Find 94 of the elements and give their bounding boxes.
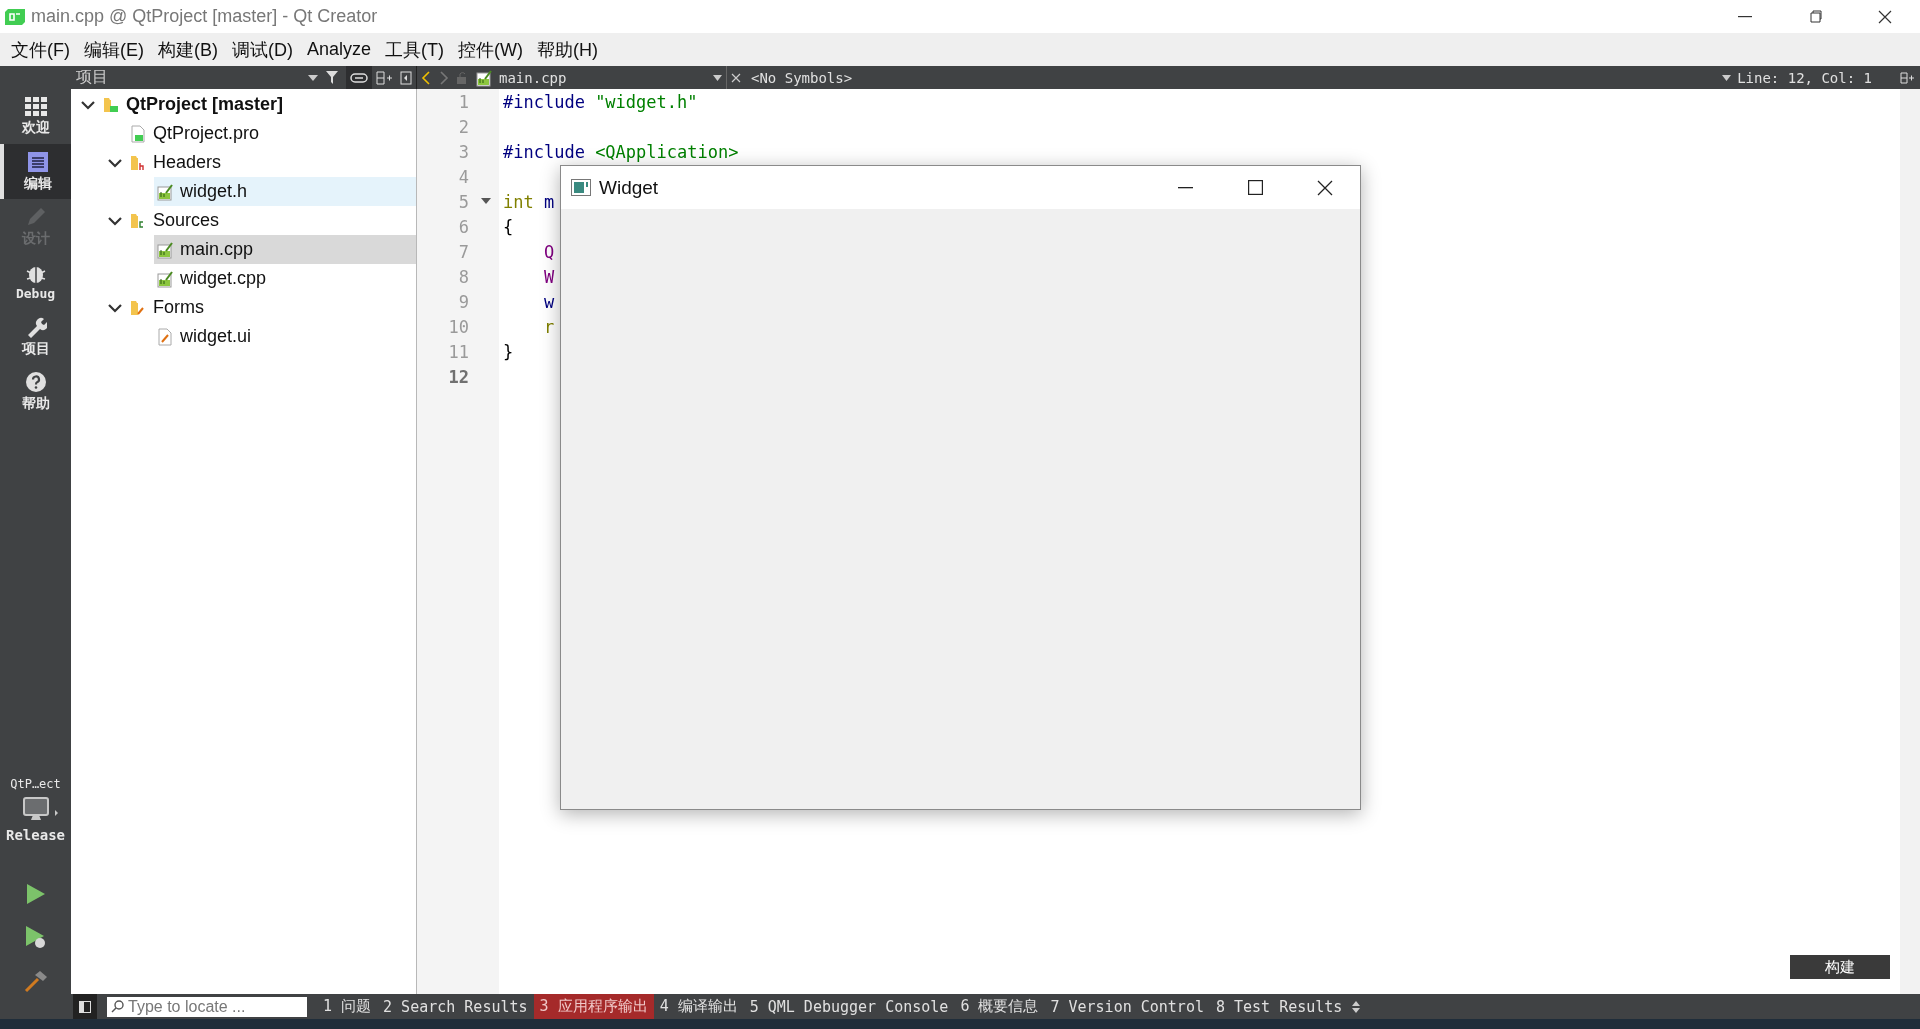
source-file-icon [475,68,493,87]
form-file-icon [156,327,174,346]
window-title: main.cpp @ QtProject [master] - Qt Creator [31,6,379,27]
output-tab[interactable]: 5 QML Debugger Console [743,994,955,1019]
output-tab[interactable]: 1 问题 [317,994,378,1019]
project-name: QtP…ect [10,777,61,791]
code-token: } [503,341,514,362]
code-token: m [542,191,555,212]
tree-item[interactable]: widget.cpp [154,264,416,293]
restore-icon[interactable] [1808,9,1822,24]
project-file-icon [129,124,147,143]
code-token: "widget.h" [595,91,698,112]
caret-icon[interactable] [1722,74,1732,81]
code-token: r [542,316,555,337]
output-tab[interactable]: 6 概要信息 [954,994,1045,1019]
tree-item[interactable]: widget.ui [154,322,416,351]
tree-item[interactable]: main.cpp [154,235,416,264]
line-number: 6 [458,216,469,237]
menu-item[interactable]: Analyze [300,39,379,60]
output-tab[interactable]: 8 Test Results [1209,994,1349,1019]
menu-item[interactable]: 文件(F) [4,37,77,62]
mode-button[interactable]: Debug [0,254,71,309]
mode-button[interactable]: 欢迎 [0,89,71,144]
menu-item[interactable]: 编辑(E) [77,37,151,62]
output-tab[interactable]: 3 应用程序输出 [533,994,654,1019]
tree-item[interactable]: QtProject.pro [127,119,416,148]
form-folder-icon [129,298,147,317]
tree-item[interactable]: Sources [127,206,416,235]
tree-item[interactable]: Forms [127,293,416,322]
line-number: 9 [458,291,469,312]
help-icon [24,370,47,393]
code-token: #include [503,141,586,162]
mode-button[interactable]: 帮助 [0,364,71,419]
pane-title: 项目 [76,67,109,87]
fold-marker-icon[interactable] [481,198,491,204]
build-button[interactable] [23,969,48,993]
line-number: 2 [458,116,469,137]
line-number: 12 [448,366,469,387]
tree-item[interactable]: QtProject [master] [100,90,416,119]
sidebar-toggle-icon[interactable] [73,994,97,1019]
code-token: { [503,216,514,237]
project-folder-icon [102,95,120,114]
maximize-icon[interactable] [1247,180,1263,195]
menu-item[interactable]: 帮助(H) [530,37,605,62]
close-icon[interactable] [1317,179,1333,196]
line-number: 4 [458,166,469,187]
minimize-icon[interactable] [1177,186,1193,189]
line-number: 5 [458,191,469,212]
code-token: w [542,291,555,312]
mode-button[interactable]: 编辑 [0,144,71,199]
tree-item[interactable]: Headers [127,148,416,177]
search-icon [111,999,125,1014]
menu-item[interactable]: 调试(D) [225,37,300,62]
debug-run-button[interactable] [24,925,47,949]
app-window-icon [571,179,591,196]
output-tab[interactable]: 2 Search Results [377,994,534,1019]
menu-item[interactable]: 构建(B) [151,37,225,62]
line-number: 7 [458,241,469,262]
document-icon [26,150,49,173]
output-tab[interactable]: 4 编译输出 [653,994,744,1019]
output-tab[interactable]: 7 Version Control [1044,994,1210,1019]
symbols-selector[interactable]: <No Symbols> [745,68,1738,87]
source-file-icon [156,182,174,201]
run-button[interactable] [25,883,46,905]
code-token: int [503,191,534,212]
kit-selector[interactable] [22,797,59,823]
header-folder-icon [129,153,147,172]
link-icon[interactable] [346,66,372,89]
tree-item[interactable]: widget.h [154,177,416,206]
line-number: 8 [458,266,469,287]
cursor-position: Line: 12, Col: 1 [1737,69,1872,86]
line-number: 10 [448,316,469,337]
close-icon[interactable] [1878,9,1892,24]
app-logo-icon [5,8,25,25]
code-token: W [542,266,555,287]
app-window-title: Widget [599,176,660,199]
menu-item[interactable]: 控件(W) [451,37,530,62]
line-number: 11 [448,341,469,362]
locator-field[interactable]: Type to locate ... [107,996,307,1017]
code-token: Q [542,241,555,262]
line-number: 3 [458,141,469,162]
file-selector[interactable]: main.cpp [471,68,726,87]
mode-button[interactable]: 项目 [0,309,71,364]
tooltip: 构建 [1790,955,1890,979]
source-file-icon [156,269,174,288]
source-file-icon [156,240,174,259]
menu-item[interactable]: 工具(T) [378,37,451,62]
minimize-icon[interactable] [1738,15,1752,18]
code-token: #include [503,91,586,112]
grid-icon [24,96,47,117]
line-number: 1 [458,91,469,112]
build-config: Release [6,827,65,843]
code-token: <QApplication> [595,141,739,162]
caret-icon[interactable] [713,74,722,81]
